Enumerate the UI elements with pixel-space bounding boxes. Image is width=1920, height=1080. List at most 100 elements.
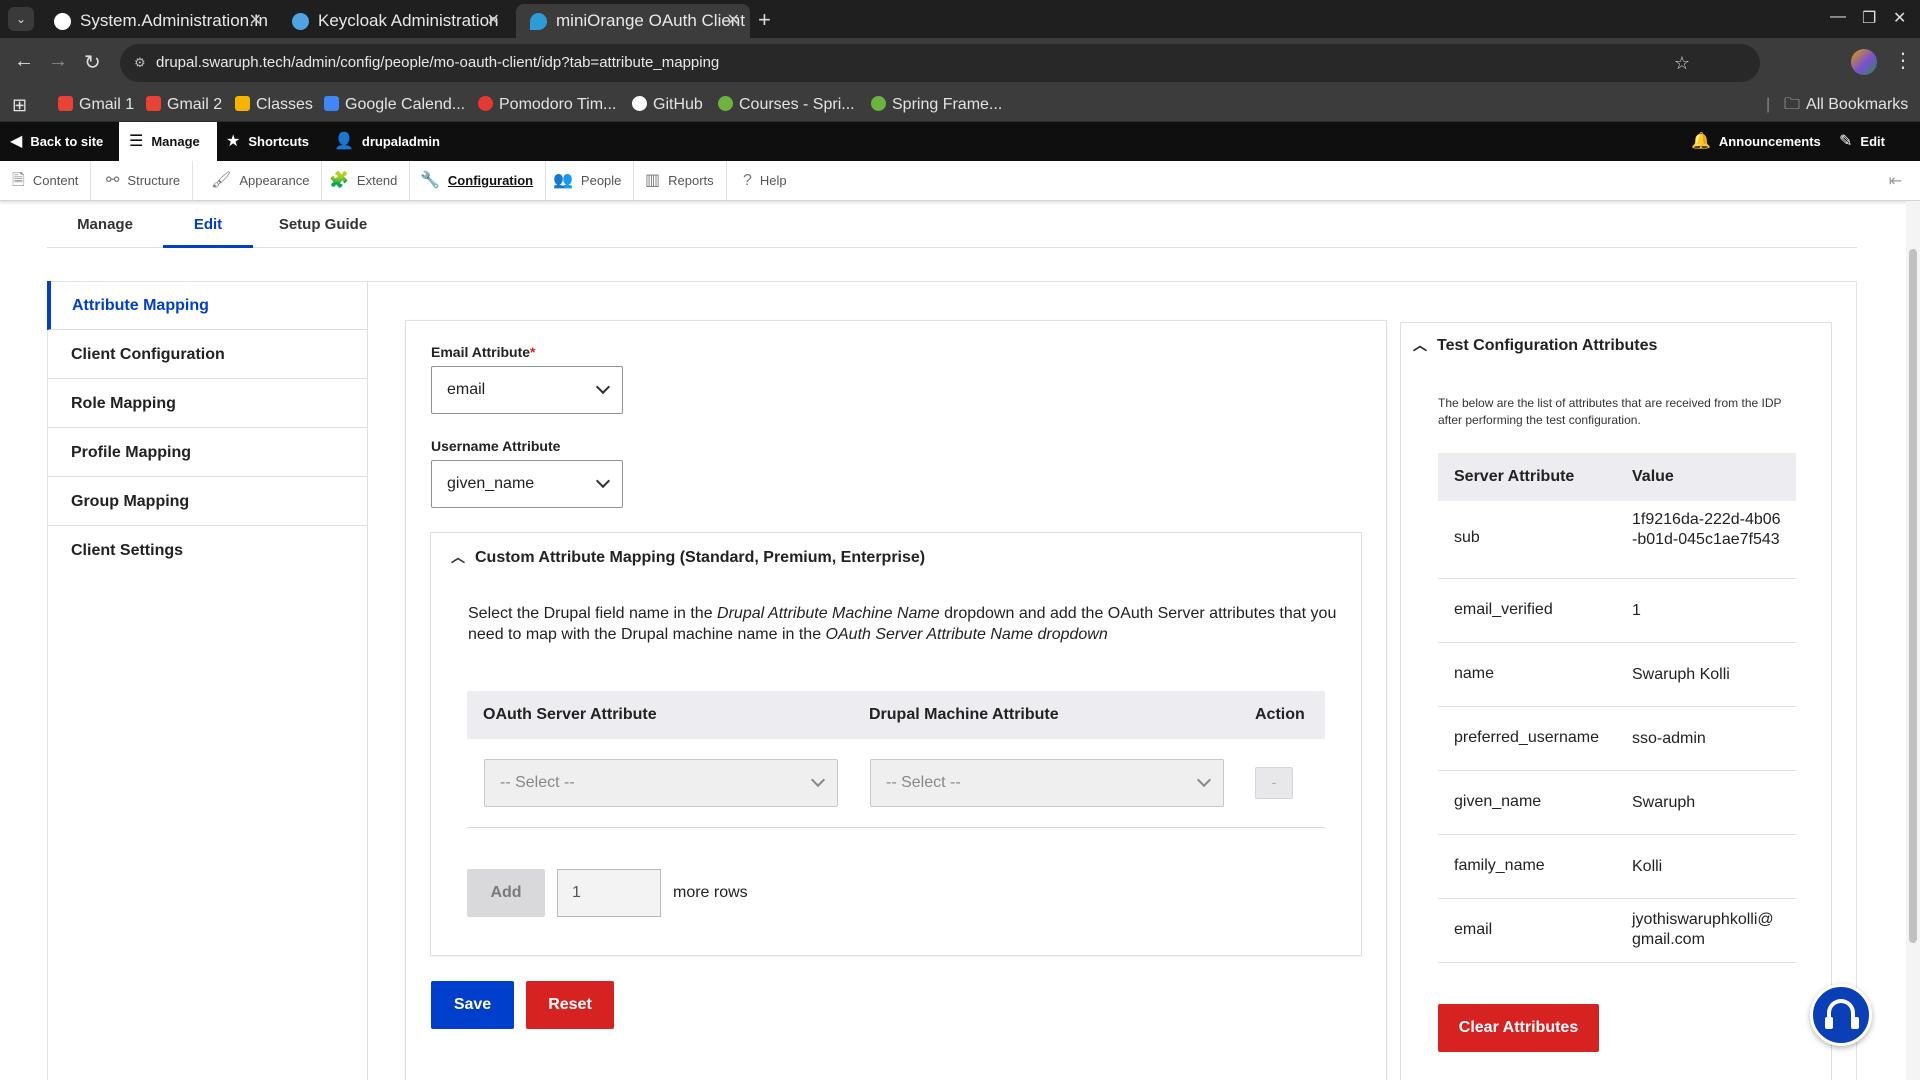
tab-setup-guide[interactable]: Setup Guide bbox=[253, 202, 393, 248]
reload-icon[interactable]: ↻ bbox=[84, 50, 101, 75]
attribute-key: given_name bbox=[1454, 793, 1542, 810]
email-attribute-value: email bbox=[447, 381, 486, 398]
tray-structure[interactable]: ⚯ Structure bbox=[106, 161, 194, 201]
custom-mapping-heading: Custom Attribute Mapping (Standard, Prem… bbox=[475, 549, 926, 566]
oauth-server-attribute-select[interactable]: -- Select -- bbox=[484, 759, 838, 807]
nav-attribute-mapping[interactable]: Attribute Mapping bbox=[47, 281, 367, 330]
edit-tab[interactable]: ✎ Edit bbox=[1839, 122, 1885, 161]
close-icon[interactable]: ✕ bbox=[249, 4, 262, 38]
username-attribute-select[interactable]: given_name bbox=[431, 460, 623, 508]
puzzle-icon: 🧩 bbox=[329, 172, 349, 189]
tray-help[interactable]: ? Help bbox=[743, 161, 799, 201]
select-placeholder: -- Select -- bbox=[886, 774, 961, 791]
nav-client-settings[interactable]: Client Settings bbox=[47, 526, 367, 575]
custom-attribute-mapping-toggle[interactable]: ︿ Custom Attribute Mapping (Standard, Pre… bbox=[451, 547, 925, 567]
save-button[interactable]: Save bbox=[431, 981, 514, 1029]
browser-menu-icon[interactable]: ⋮ bbox=[1893, 48, 1913, 73]
tray-extend[interactable]: 🧩 Extend bbox=[329, 161, 411, 201]
bookmark-spring[interactable]: Spring Frame... bbox=[871, 88, 1002, 122]
tab-search-icon[interactable]: ⌄ bbox=[8, 7, 34, 31]
col-action: Action bbox=[1255, 706, 1305, 723]
tray-configuration[interactable]: 🔧 Configuration bbox=[420, 161, 547, 201]
new-tab-icon[interactable]: + bbox=[758, 4, 771, 36]
bookmark-calendar[interactable]: Google Calend... bbox=[324, 88, 465, 122]
table-row: preferred_username sso-admin bbox=[1438, 707, 1796, 771]
nav-role-mapping[interactable]: Role Mapping bbox=[47, 379, 367, 428]
bookmark-gmail-2[interactable]: Gmail 2 bbox=[146, 88, 222, 122]
browser-tab-1[interactable]: System.Administration.In ✕ bbox=[40, 4, 272, 38]
chevron-down-icon bbox=[1196, 772, 1212, 788]
scrollbar-thumb[interactable] bbox=[1909, 249, 1917, 943]
bookmark-classes[interactable]: Classes bbox=[235, 88, 313, 122]
clear-attributes-button[interactable]: Clear Attributes bbox=[1438, 1004, 1599, 1052]
all-bookmarks[interactable]: 🗀 All Bookmarks bbox=[1784, 88, 1908, 122]
nav-profile-mapping[interactable]: Profile Mapping bbox=[47, 428, 367, 477]
close-icon[interactable]: ✕ bbox=[727, 4, 740, 38]
page-scrollbar[interactable] bbox=[1906, 201, 1920, 1080]
attribute-key: preferred_username bbox=[1454, 729, 1599, 746]
tab-edit[interactable]: Edit bbox=[163, 202, 253, 248]
spring-icon bbox=[871, 96, 886, 111]
minimize-icon[interactable]: — bbox=[1830, 8, 1846, 26]
manage-tab[interactable]: ☰ Manage bbox=[119, 122, 217, 161]
tray-people[interactable]: 👥 People bbox=[553, 161, 635, 201]
custom-mapping-description: Select the Drupal field name in the Drup… bbox=[468, 603, 1338, 645]
remove-row-button[interactable]: - bbox=[1255, 767, 1293, 799]
browser-tab-bar: ⌄ System.Administration.In ✕ Keycloak Ad… bbox=[0, 0, 1920, 38]
back-to-site-link[interactable]: ◀ Back to site bbox=[10, 122, 103, 161]
forward-arrow-icon[interactable]: → bbox=[48, 50, 68, 73]
drupal-icon bbox=[530, 13, 547, 30]
drupal-machine-attribute-select[interactable]: -- Select -- bbox=[870, 759, 1224, 807]
user-label: drupaladmin bbox=[361, 134, 440, 149]
bookmark-courses[interactable]: Courses - Spri... bbox=[718, 88, 855, 122]
bookmark-star-icon[interactable]: ☆ bbox=[1674, 44, 1690, 82]
bookmark-github[interactable]: GitHub bbox=[632, 88, 703, 122]
test-configuration-toggle[interactable]: ︿ Test Configuration Attributes bbox=[1413, 335, 1657, 355]
attribute-key: sub bbox=[1454, 529, 1480, 546]
tray-appearance[interactable]: 🖌 Appearance bbox=[211, 161, 323, 201]
browser-tab-2[interactable]: Keycloak Administration ✕ bbox=[278, 4, 510, 38]
user-tab[interactable]: 👤 drupaladmin bbox=[334, 122, 440, 161]
email-attribute-label-text: Email Attribute bbox=[431, 344, 531, 360]
attribute-value: 1 bbox=[1632, 602, 1641, 619]
bookmark-pomodoro[interactable]: Pomodoro Tim... bbox=[478, 88, 616, 122]
attribute-value: sso-admin bbox=[1632, 730, 1706, 747]
col-oauth-server-attribute: OAuth Server Attribute bbox=[483, 706, 657, 723]
bookmarks-divider: | bbox=[1766, 96, 1771, 113]
test-configuration-description: The below are the list of attributes tha… bbox=[1438, 396, 1782, 427]
url-input[interactable]: ⚙ drupal.swaruph.tech/admin/config/peopl… bbox=[120, 44, 1760, 82]
reset-button[interactable]: Reset bbox=[526, 981, 614, 1029]
browser-tab-3[interactable]: miniOrange OAuth Client ✕ bbox=[516, 4, 750, 38]
url-text: drupal.swaruph.tech/admin/config/people/… bbox=[156, 54, 720, 71]
apps-grid-icon[interactable]: ⊞ bbox=[12, 88, 27, 122]
tray-content[interactable]: 🗎 Content bbox=[12, 161, 92, 201]
nav-group-mapping[interactable]: Group Mapping bbox=[47, 477, 367, 526]
email-attribute-select[interactable]: email bbox=[431, 366, 623, 414]
add-rows-button[interactable]: Add bbox=[467, 869, 545, 917]
announcements-tab[interactable]: 🔔 Announcements bbox=[1691, 122, 1821, 161]
attribute-value: Swaruph Kolli bbox=[1632, 666, 1730, 683]
back-arrow-icon[interactable]: ← bbox=[14, 50, 34, 73]
username-attribute-value: given_name bbox=[447, 475, 535, 492]
tab-manage[interactable]: Manage bbox=[47, 202, 163, 248]
bookmark-label: Spring Frame... bbox=[892, 96, 1003, 113]
support-chat-button[interactable] bbox=[1810, 984, 1872, 1046]
bookmark-label: Pomodoro Tim... bbox=[499, 96, 617, 113]
sitemap-icon: ⚯ bbox=[106, 172, 120, 189]
nav-client-configuration[interactable]: Client Configuration bbox=[47, 330, 367, 379]
shortcuts-tab[interactable]: ★ Shortcuts bbox=[226, 122, 309, 161]
people-icon: 👥 bbox=[553, 172, 573, 189]
close-window-icon[interactable]: ✕ bbox=[1893, 8, 1906, 28]
more-rows-input[interactable]: 1 bbox=[557, 869, 661, 917]
restore-icon[interactable]: ❐ bbox=[1862, 8, 1876, 28]
tray-reports[interactable]: ▥ Reports bbox=[645, 161, 727, 201]
email-attribute-label: Email Attribute* bbox=[431, 344, 536, 360]
close-icon[interactable]: ✕ bbox=[487, 4, 500, 38]
collapse-tray-icon[interactable]: ⇤ bbox=[1889, 171, 1902, 191]
bookmark-gmail-1[interactable]: Gmail 1 bbox=[58, 88, 134, 122]
select-placeholder: -- Select -- bbox=[500, 774, 575, 791]
side-navigation: Attribute Mapping Client Configuration R… bbox=[47, 281, 368, 1080]
profile-avatar[interactable] bbox=[1851, 49, 1877, 75]
headset-right-pad bbox=[1851, 1017, 1859, 1029]
site-info-icon[interactable]: ⚙ bbox=[134, 44, 146, 82]
